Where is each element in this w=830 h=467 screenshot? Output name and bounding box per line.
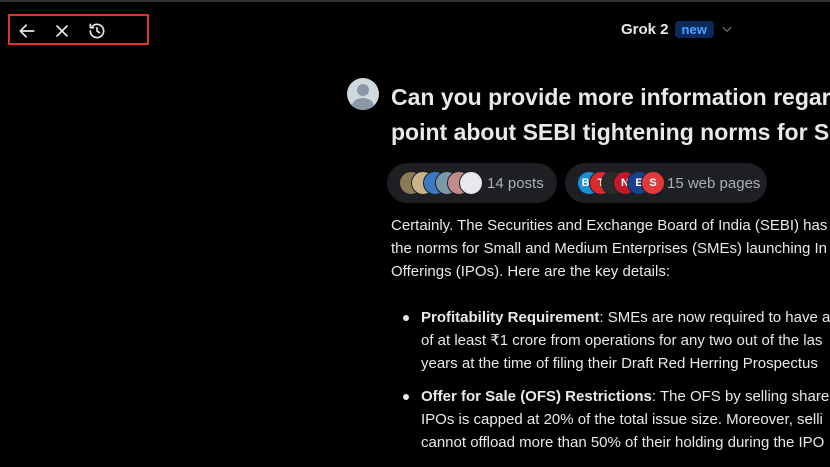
answer-line: the norms for Small and Medium Enterpris…	[391, 240, 828, 257]
toolbar-highlight	[8, 14, 149, 45]
question-line: point about SEBI tightening norms for SM	[391, 119, 830, 145]
history-button[interactable]	[86, 20, 108, 42]
posts-sources-button[interactable]: 14 posts	[387, 163, 557, 203]
top-border	[0, 0, 830, 2]
model-name: Grok 2	[621, 20, 669, 38]
web-sources-button[interactable]: BT T N E S 15 web pages	[565, 163, 767, 203]
new-badge: new	[674, 20, 714, 38]
web-favicons: BT T N E S	[577, 171, 665, 195]
answer-line: Certainly. The Securities and Exchange B…	[391, 217, 828, 234]
web-favicon: S	[641, 171, 665, 195]
bullet-first-line: Offer for Sale (OFS) Restrictions: The O…	[421, 385, 830, 408]
history-icon	[89, 23, 105, 39]
arrow-left-icon	[19, 24, 35, 38]
bullet-dot	[403, 394, 409, 400]
grok-chat-view: Grok 2 new Can you provide more informat…	[0, 0, 830, 467]
bullet-line: cannot offload more than 50% of their ho…	[421, 434, 825, 451]
chevron-down-icon	[720, 22, 734, 36]
bullet-line: years at the time of filing their Draft …	[421, 355, 818, 372]
answer-line: Offerings (IPOs). Here are the key detai…	[391, 263, 671, 280]
bullet-text: : SMEs are now required to have a	[599, 309, 830, 326]
user-question: Can you provide more information regard …	[391, 80, 830, 150]
bullet-line: of at least ₹1 crore from operations for…	[421, 332, 823, 349]
question-line: Can you provide more information regard	[391, 84, 830, 110]
bullet-line: IPOs is capped at 20% of the total issue…	[421, 411, 823, 428]
bullet-title: Profitability Requirement	[421, 309, 600, 326]
close-icon	[56, 25, 68, 37]
bullet-dot	[403, 315, 409, 321]
model-selector[interactable]: Grok 2 new	[621, 18, 734, 40]
key-details-list: Profitability Requirement: SMEs are now …	[391, 306, 830, 464]
web-pages-count: 15 web pages	[667, 174, 761, 192]
bullet-first-line: Profitability Requirement: SMEs are now …	[421, 306, 830, 329]
list-item: Offer for Sale (OFS) Restrictions: The O…	[391, 385, 830, 454]
back-button[interactable]	[16, 20, 38, 42]
answer-intro: Certainly. The Securities and Exchange B…	[391, 214, 830, 283]
post-avatars	[399, 171, 483, 195]
posts-count: 14 posts	[487, 174, 544, 192]
post-avatar	[459, 171, 483, 195]
bullet-title: Offer for Sale (OFS) Restrictions	[421, 388, 652, 405]
close-button[interactable]	[51, 20, 73, 42]
bullet-text: : The OFS by selling sharel	[651, 388, 830, 405]
user-avatar	[347, 78, 379, 110]
list-item: Profitability Requirement: SMEs are now …	[391, 306, 830, 375]
